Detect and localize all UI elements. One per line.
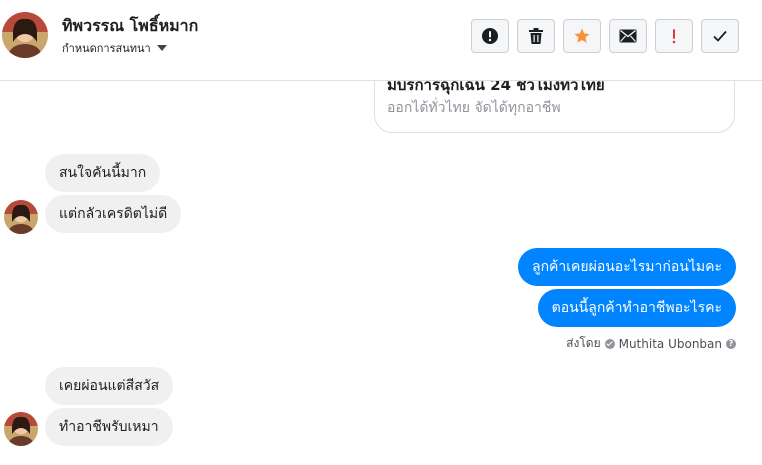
caret-down-icon [156, 45, 167, 51]
conversation-settings-dropdown[interactable]: กำหนดการสนทนา [62, 39, 167, 57]
verified-check-icon [604, 338, 615, 349]
checkmark-icon [713, 30, 727, 42]
outgoing-message[interactable]: ตอนนี้ลูกค้าทำอาชีพอะไรคะ [537, 289, 736, 327]
star-icon [574, 28, 590, 43]
incoming-message[interactable]: ทำอาชีพรับเหมา [45, 408, 173, 446]
incoming-message[interactable]: เคยผ่อนแต่สีสวัส [45, 367, 174, 405]
help-icon[interactable]: ? [726, 338, 736, 349]
contact-avatar-small[interactable] [4, 412, 38, 446]
conversation-settings-label: กำหนดการสนทนา [62, 42, 151, 55]
contact-avatar-small[interactable] [4, 200, 38, 234]
conversation-toolbar [471, 19, 739, 53]
envelope-icon [619, 29, 637, 43]
sent-by-name[interactable]: Muthita Ubonban [619, 337, 722, 351]
mark-spam-button[interactable] [471, 19, 509, 53]
trash-icon [529, 28, 543, 44]
mark-unread-button[interactable] [609, 19, 647, 53]
card-subtitle: ออกได้ทั่วไทย จัดได้ทุกอาชีพ [387, 100, 561, 116]
conversation-header: ทิพวรรณ โพธิ์หมาก กำหนดการสนทนา [0, 0, 762, 81]
star-button[interactable] [563, 19, 601, 53]
exclamation-circle-icon [482, 28, 498, 44]
done-button[interactable] [701, 19, 739, 53]
incoming-message[interactable]: แต่กลัวเครดิตไม่ดี [45, 195, 182, 233]
important-button[interactable] [655, 19, 693, 53]
sent-by-info: ส่งโดย Muthita Ubonban ? [566, 334, 736, 353]
incoming-message[interactable]: สนใจคันนี้มาก [45, 154, 161, 192]
delete-button[interactable] [517, 19, 555, 53]
sent-by-label: ส่งโดย [566, 336, 601, 350]
outgoing-message[interactable]: ลูกค้าเคยผ่อนอะไรมาก่อนไมคะ [517, 248, 736, 286]
contact-avatar[interactable] [2, 12, 48, 58]
contact-name[interactable]: ทิพวรรณ โพธิ์หมาก [62, 14, 198, 39]
exclamation-icon [672, 29, 676, 44]
